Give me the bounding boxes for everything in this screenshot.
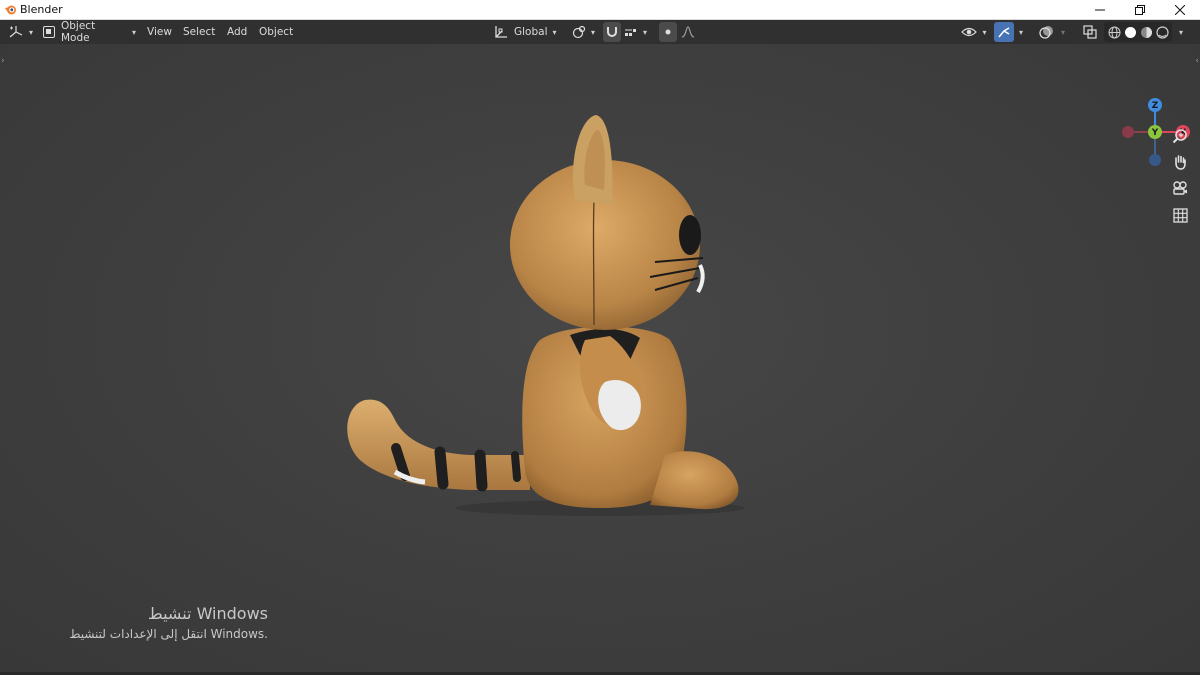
windows-activation-watermark: تنشيط Windows انتقل إلى الإعدادات لتنشيط… [69, 604, 268, 641]
shading-modes [1104, 22, 1172, 42]
grid-icon [1172, 207, 1188, 223]
chevron-down-icon: ▾ [1018, 27, 1023, 37]
material-sphere-icon [1140, 26, 1152, 38]
window-title: Blender [20, 3, 63, 16]
camera-icon [1173, 181, 1187, 195]
chevron-down-icon: ▾ [1178, 27, 1183, 37]
gizmo-neg-z-axis[interactable] [1149, 154, 1161, 166]
object-mode-icon [43, 26, 55, 38]
visibility-dropdown[interactable]: ▾ [960, 22, 988, 42]
shading-dropdown[interactable]: ▾ [1174, 22, 1188, 42]
orientation-dropdown[interactable]: Global ▾ [490, 22, 561, 42]
solid-sphere-icon [1124, 26, 1136, 38]
chevron-down-icon: ▾ [1060, 27, 1065, 37]
menu-view[interactable]: View [143, 22, 176, 42]
blender-logo-icon [0, 0, 20, 20]
restore-button[interactable] [1120, 0, 1160, 20]
transform-tools: Global ▾ ▾ ▾ [490, 22, 697, 42]
chevron-down-icon: ▾ [982, 27, 987, 37]
3d-viewport[interactable]: › ‹ Z X Y [0, 44, 1200, 675]
zoom-button[interactable] [1168, 124, 1192, 148]
view3d-icon [9, 26, 23, 38]
hand-icon [1175, 155, 1186, 170]
pan-button[interactable] [1168, 150, 1192, 174]
xray-toggle[interactable] [1080, 22, 1100, 42]
pivot-point-icon [572, 25, 586, 39]
mode-dropdown[interactable]: Object Mode ▾ [40, 20, 136, 44]
pivot-dropdown[interactable]: ▾ [569, 22, 599, 42]
sidebar-expand-arrow-icon[interactable]: ‹ [1195, 56, 1199, 66]
snap-target-dropdown[interactable]: ▾ [623, 22, 649, 42]
minimize-button[interactable] [1080, 0, 1120, 20]
window-controls [1080, 0, 1200, 20]
activation-subtitle: انتقل إلى الإعدادات لتنشيط Windows. [69, 627, 268, 641]
rendered-sphere-icon [1155, 25, 1169, 39]
proportional-edit-toggle[interactable] [658, 22, 677, 42]
chevron-down-icon: ▾ [591, 27, 596, 37]
magnet-icon [606, 27, 617, 37]
gizmo-z-label: Z [1152, 101, 1159, 111]
gizmo-icon [998, 27, 1010, 38]
falloff-dropdown[interactable] [679, 22, 697, 42]
chevron-down-icon: ▾ [29, 27, 34, 37]
falloff-curve-icon [681, 26, 694, 38]
wireframe-shading-button[interactable] [1106, 22, 1122, 42]
toolbar-expand-arrow-icon[interactable]: › [1, 56, 5, 66]
material-shading-button[interactable] [1138, 22, 1154, 42]
overlays-toggle[interactable] [1036, 22, 1056, 42]
gizmo-y-label: Y [1151, 128, 1159, 138]
chevron-down-icon: ▾ [552, 27, 557, 37]
snap-increment-icon [625, 29, 636, 36]
zoom-magnifier-icon [1172, 129, 1187, 144]
snap-toggle[interactable] [602, 22, 621, 42]
editor-type-button[interactable]: ▾ [8, 22, 36, 42]
viewport-header: ▾ Object Mode ▾ View Select Add Object G… [0, 20, 1200, 44]
solid-shading-button[interactable] [1122, 22, 1138, 42]
gizmo-neg-x-axis[interactable] [1122, 126, 1134, 138]
close-button[interactable] [1160, 0, 1200, 20]
orientation-icon [495, 26, 507, 38]
menu-select[interactable]: Select [179, 22, 219, 42]
wireframe-sphere-icon [1108, 26, 1120, 38]
viewport-display-tools: ▾ ▾ ▾ ▾ [960, 22, 1188, 42]
cat-model[interactable] [330, 104, 760, 584]
overlays-icon [1038, 25, 1053, 39]
chevron-down-icon: ▾ [643, 27, 648, 37]
camera-view-button[interactable] [1168, 176, 1192, 200]
menu-add[interactable]: Add [223, 22, 251, 42]
xray-icon [1083, 25, 1097, 39]
mode-label: Object Mode [60, 20, 96, 44]
overlays-dropdown[interactable]: ▾ [1056, 22, 1070, 42]
activation-title: تنشيط Windows [147, 604, 268, 623]
menu-object[interactable]: Object [255, 22, 297, 42]
window-titlebar: Blender [0, 0, 1200, 20]
perspective-toggle-button[interactable] [1168, 203, 1192, 227]
proportional-edit-icon [665, 29, 671, 35]
rendered-shading-button[interactable] [1154, 22, 1170, 42]
gizmo-toggle[interactable] [994, 22, 1014, 42]
chevron-down-icon: ▾ [131, 27, 136, 37]
orientation-label: Global [514, 26, 548, 38]
eye-icon [961, 27, 978, 37]
gizmo-dropdown[interactable]: ▾ [1014, 22, 1028, 42]
